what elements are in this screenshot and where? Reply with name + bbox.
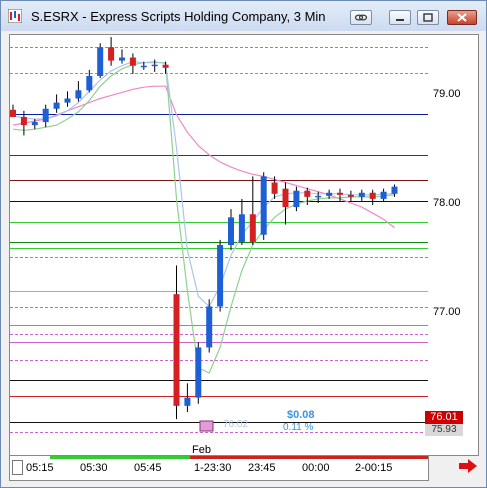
candle-body[interactable]: [86, 75, 93, 91]
maximize-icon: [423, 13, 433, 22]
pl-value: $0.08: [287, 409, 315, 421]
candle-body[interactable]: [347, 194, 354, 197]
candle-body[interactable]: [358, 192, 365, 197]
blue-moving-average: [12, 60, 395, 308]
scroll-right-arrow-icon[interactable]: [459, 459, 477, 473]
time-tick: 00:00: [302, 462, 330, 474]
candle-body[interactable]: [238, 214, 245, 242]
link-icon: [354, 14, 368, 21]
candle-body[interactable]: [380, 191, 387, 199]
candle-body[interactable]: [315, 195, 322, 198]
link-button[interactable]: [350, 10, 372, 25]
candle-body[interactable]: [337, 192, 343, 195]
candle-body[interactable]: [369, 192, 376, 199]
chart-plot[interactable]: [10, 35, 428, 455]
pl-percent: 0.11 %: [283, 422, 314, 433]
time-tick: 1-23:30: [194, 462, 232, 474]
price-tick: 78.00: [433, 197, 461, 209]
candle-body[interactable]: [326, 192, 333, 196]
maximize-button[interactable]: [417, 10, 439, 25]
candle-body[interactable]: [271, 182, 278, 194]
price-axis[interactable]: 79.00 78.00 77.00: [428, 34, 479, 456]
level-lines: [10, 47, 428, 433]
candle-body[interactable]: [64, 98, 71, 103]
time-tick: 2-00:15: [355, 462, 393, 474]
candle-body[interactable]: [206, 306, 213, 348]
time-axis[interactable]: 05:15 05:30 05:45 1-23:30 23:45 00:00 2-…: [9, 455, 429, 481]
candle-body[interactable]: [293, 190, 300, 208]
time-tick: 23:45: [248, 462, 276, 474]
window-title: S.ESRX - Express Scripts Holding Company…: [31, 9, 326, 24]
price-chart[interactable]: $0.08 0.11 % 76.02 Feb: [9, 34, 429, 456]
candle-body[interactable]: [31, 122, 38, 126]
chart-app-icon: [8, 9, 22, 23]
candle-body[interactable]: [195, 347, 202, 398]
candle-body[interactable]: [173, 294, 180, 406]
close-button[interactable]: [447, 10, 477, 25]
candle-body[interactable]: [391, 186, 398, 194]
close-icon: [457, 13, 467, 22]
bid-price-tag: 75.93: [425, 424, 463, 436]
position-marker[interactable]: [200, 421, 213, 431]
candle-body[interactable]: [129, 57, 136, 66]
candle-body[interactable]: [75, 90, 82, 99]
candle-body[interactable]: [108, 47, 115, 61]
candle-body[interactable]: [217, 245, 224, 307]
minimize-icon: [396, 19, 404, 21]
minimize-button[interactable]: [389, 10, 411, 25]
candle-body[interactable]: [42, 108, 49, 123]
candle-body[interactable]: [228, 217, 234, 245]
candle-body[interactable]: [249, 214, 256, 242]
candles: [10, 37, 398, 420]
candle-body[interactable]: [260, 176, 267, 235]
candle-body[interactable]: [20, 116, 27, 126]
candle-body[interactable]: [10, 109, 16, 117]
price-tick: 79.00: [433, 88, 461, 100]
last-price-tag: 76.01: [425, 411, 463, 424]
price-tick: 77.00: [433, 306, 461, 318]
candle-body[interactable]: [53, 102, 60, 109]
time-tick: 05:30: [80, 462, 108, 474]
candle-body[interactable]: [119, 57, 125, 61]
time-scroll-handle[interactable]: [12, 460, 23, 475]
time-tick: 05:45: [134, 462, 162, 474]
candle-body[interactable]: [151, 64, 158, 67]
faded-price-label: 76.02: [223, 419, 249, 430]
time-tick: 05:15: [26, 462, 54, 474]
candle-body[interactable]: [184, 397, 191, 406]
session-bar: [50, 456, 428, 459]
candle-body[interactable]: [282, 188, 289, 208]
chart-window: S.ESRX - Express Scripts Holding Company…: [0, 0, 487, 488]
candle-body[interactable]: [304, 190, 311, 197]
candle-body[interactable]: [140, 65, 147, 68]
title-bar[interactable]: S.ESRX - Express Scripts Holding Company…: [1, 1, 486, 31]
pink-moving-average: [12, 85, 395, 229]
candle-body[interactable]: [162, 64, 169, 68]
candle-body[interactable]: [97, 47, 104, 76]
moving-averages: [12, 60, 395, 374]
